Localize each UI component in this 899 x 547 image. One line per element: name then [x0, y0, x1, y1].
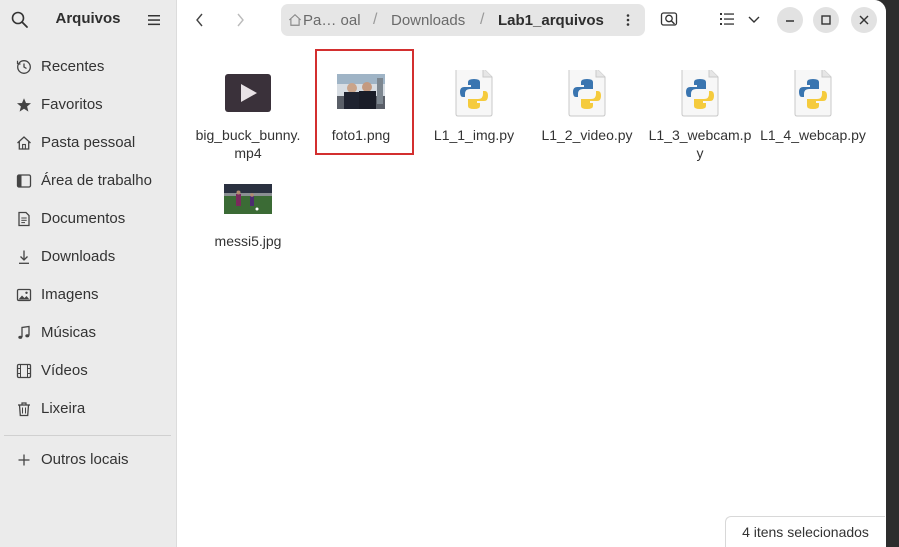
breadcrumb-separator: / [480, 11, 485, 28]
image-icon [16, 288, 32, 302]
sidebar-item-label: Recentes [41, 58, 105, 75]
sidebar-item-label: Favoritos [41, 96, 103, 113]
app-title: Arquivos [55, 10, 121, 27]
more-options-icon[interactable] [621, 13, 635, 27]
header-bar: Pa… oal / Downloads / Lab1_arquivos [177, 0, 886, 40]
maximize-button[interactable] [813, 7, 839, 33]
image-thumbnail-icon [224, 184, 272, 214]
desktop-icon [16, 174, 32, 188]
download-icon [19, 250, 29, 264]
window-edge-background [886, 0, 899, 547]
sidebar-places-list: Recentes Favoritos Pasta pessoal Área de… [0, 48, 176, 428]
sidebar-header: Arquivos [0, 0, 176, 40]
hamburger-menu-icon[interactable] [146, 12, 162, 28]
file-name: messi5.jpg [214, 233, 282, 249]
sidebar-item-label: Vídeos [41, 362, 88, 379]
minimize-button[interactable] [777, 7, 803, 33]
sidebar-item-label: Outros locais [41, 451, 129, 468]
sidebar-item-pasta-pessoal[interactable]: Pasta pessoal [0, 124, 176, 162]
clock-icon [16, 60, 31, 74]
file-name: L1_1_img.py [433, 127, 515, 143]
minimize-icon [786, 20, 794, 22]
close-icon [859, 15, 869, 25]
sidebar-item-label: Documentos [41, 210, 126, 227]
sidebar-item-label: Downloads [41, 248, 116, 265]
sidebar-item-outros-locais[interactable]: Outros locais [0, 441, 176, 479]
sidebar-item-label: Pasta pessoal [41, 134, 136, 151]
sidebar-item-favoritos[interactable]: Favoritos [0, 86, 176, 124]
path-bar: Pa… oal / Downloads / Lab1_arquivos [281, 4, 645, 36]
sidebar-item-lixeira[interactable]: Lixeira [0, 390, 176, 428]
home-icon [288, 13, 302, 26]
sidebar-item-musicas[interactable]: Músicas [0, 314, 176, 352]
selection-highlight-box [315, 49, 414, 155]
file-name: L1_4_webcap.py [760, 127, 866, 143]
sidebar: Arquivos Recentes Favoritos Pasta pessoa… [0, 0, 177, 547]
sidebar-item-downloads[interactable]: Downloads [0, 238, 176, 276]
status-bar: 4 itens selecionados [725, 516, 885, 547]
video-file-icon [225, 74, 271, 112]
sidebar-item-videos[interactable]: Vídeos [0, 352, 176, 390]
music-icon [18, 325, 30, 339]
maximize-icon [821, 15, 831, 25]
video-icon [16, 363, 32, 379]
chevron-down-icon[interactable] [745, 10, 763, 28]
back-button[interactable] [187, 8, 213, 32]
list-view-icon[interactable] [718, 10, 736, 28]
sidebar-item-imagens[interactable]: Imagens [0, 276, 176, 314]
python-file-icon [681, 70, 719, 117]
python-file-icon [455, 70, 493, 117]
breadcrumb-home[interactable]: Pa… oal [303, 12, 361, 29]
document-icon [18, 211, 30, 227]
file-name: big_buck_bunny.mp4 [195, 127, 301, 161]
home-icon [17, 136, 31, 150]
breadcrumb-downloads[interactable]: Downloads [391, 12, 465, 29]
close-button[interactable] [851, 7, 877, 33]
search-in-folder-icon[interactable] [660, 10, 678, 28]
breadcrumb-separator: / [373, 11, 378, 28]
sidebar-item-area-de-trabalho[interactable]: Área de trabalho [0, 162, 176, 200]
plus-icon [18, 454, 30, 466]
sidebar-item-recentes[interactable]: Recentes [0, 48, 176, 86]
python-file-icon [794, 70, 832, 117]
forward-button[interactable] [227, 8, 253, 32]
file-manager-window: Arquivos Recentes Favoritos Pasta pessoa… [0, 0, 886, 547]
trash-icon [18, 402, 30, 417]
star-icon [17, 98, 31, 112]
search-icon[interactable] [10, 10, 30, 30]
sidebar-item-label: Lixeira [41, 400, 86, 417]
sidebar-divider [4, 435, 171, 436]
breadcrumb-current[interactable]: Lab1_arquivos [498, 12, 604, 29]
python-file-icon [568, 70, 606, 117]
sidebar-item-label: Músicas [41, 324, 97, 341]
file-name: L1_2_video.py [541, 127, 633, 143]
sidebar-item-label: Imagens [41, 286, 99, 303]
sidebar-item-label: Área de trabalho [41, 172, 152, 189]
file-name: L1_3_webcam.py [648, 127, 752, 161]
sidebar-item-documentos[interactable]: Documentos [0, 200, 176, 238]
